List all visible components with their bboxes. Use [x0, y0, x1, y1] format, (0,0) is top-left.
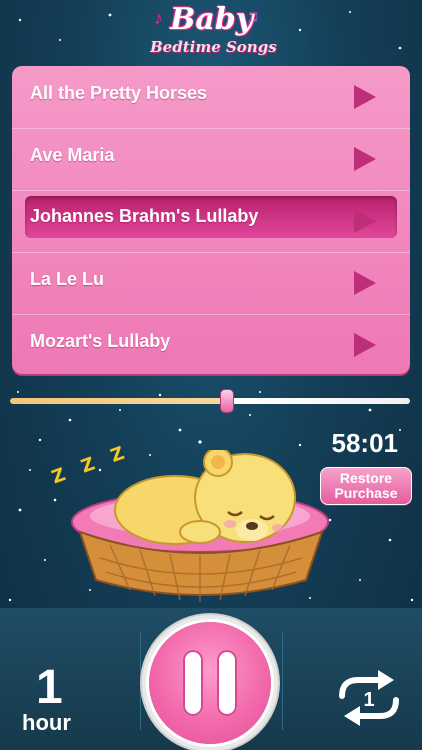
play-icon[interactable]: [354, 271, 376, 295]
divider: [282, 632, 283, 730]
song-row-selected[interactable]: Johannes Brahm's Lullaby: [12, 190, 410, 253]
volume-slider-track[interactable]: [10, 398, 410, 404]
song-list: All the Pretty Horses Ave Maria Johannes…: [12, 66, 410, 374]
play-icon[interactable]: [354, 333, 376, 357]
song-row[interactable]: Mozart's Lullaby: [12, 314, 410, 376]
song-title: Ave Maria: [30, 145, 115, 165]
divider: [140, 632, 141, 730]
sleep-duration-unit: hour: [22, 710, 71, 735]
volume-slider-thumb[interactable]: [220, 389, 234, 413]
song-row[interactable]: Ave Maria: [12, 128, 410, 191]
song-row[interactable]: All the Pretty Horses: [12, 66, 410, 129]
pause-icon: [183, 650, 203, 716]
song-title: Mozart's Lullaby: [30, 331, 171, 351]
song-title: La Le Lu: [30, 269, 105, 289]
repeat-one-badge: 1: [363, 689, 374, 711]
sleeping-bear-illustration: [71, 450, 329, 602]
song-title: Johannes Brahm's Lullaby: [30, 206, 259, 226]
sleep-duration-value: 1: [36, 661, 63, 714]
music-note-icon: ♪: [154, 8, 163, 28]
repeat-one-button[interactable]: 1: [334, 666, 404, 730]
play-icon[interactable]: [354, 147, 376, 171]
music-note-icon: ♫: [246, 6, 260, 26]
play-icon[interactable]: [354, 85, 376, 109]
app-title-line1: Baby: [170, 2, 254, 37]
song-title: All the Pretty Horses: [30, 83, 208, 103]
song-row[interactable]: La Le Lu: [12, 252, 410, 315]
app-title-line2: Bedtime Songs: [150, 38, 277, 56]
pause-icon: [217, 650, 237, 716]
app-title: ♪ Baby ♫ Bedtime Songs: [0, 0, 422, 64]
repeat-one-icon: 1: [339, 670, 399, 726]
play-icon[interactable]: [354, 209, 376, 233]
pause-button[interactable]: [149, 622, 271, 744]
